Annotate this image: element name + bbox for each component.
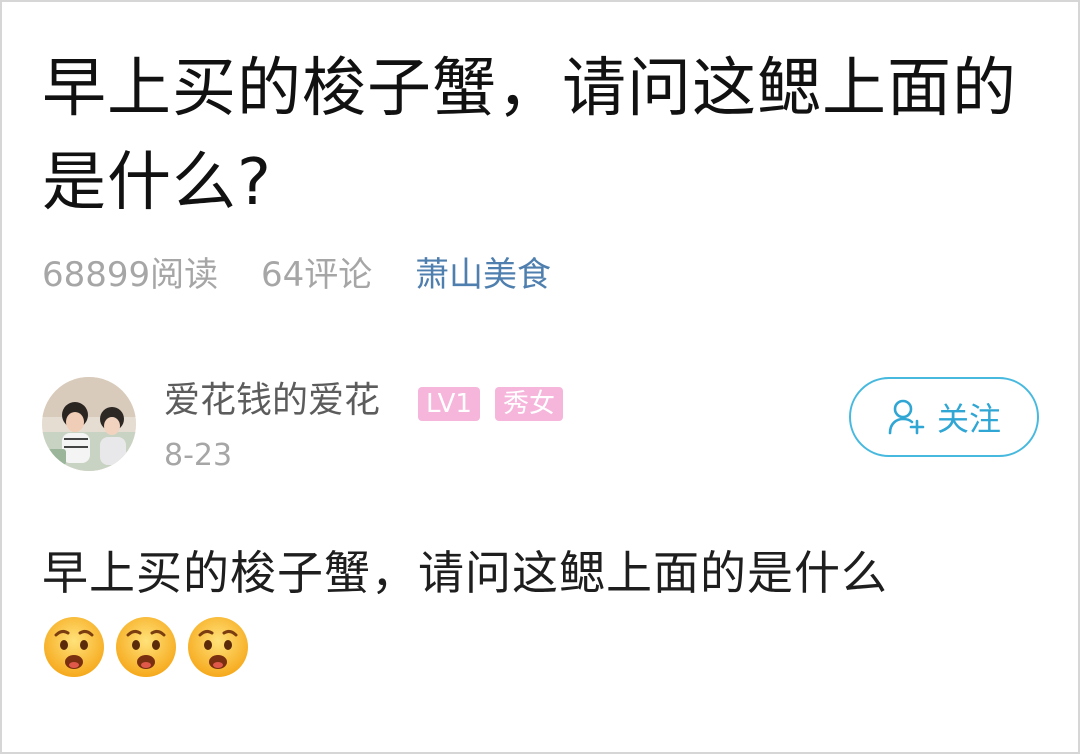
post-container: 早上买的梭子蟹，请问这鳃上面的是什么? 68899阅读 64评论 萧山美食 爱花… [0, 0, 1080, 754]
avatar-photo [42, 377, 136, 471]
level-badge: LV1 [418, 387, 480, 421]
post-body: 早上买的梭子蟹，请问这鳃上面的是什么 [42, 534, 1042, 690]
post-title: 早上买的梭子蟹，请问这鳃上面的是什么? [42, 52, 1017, 220]
post-body-text: 早上买的梭子蟹，请问这鳃上面的是什么 [42, 546, 888, 600]
add-user-icon [888, 399, 925, 435]
follow-label: 关注 [936, 400, 1001, 438]
author-name[interactable]: 爱花钱的爱花 [164, 378, 380, 424]
follow-button[interactable]: 关注 [849, 377, 1039, 457]
post-date: 8-23 [164, 438, 233, 473]
title-badge: 秀女 [495, 387, 564, 421]
worried-face-icon [44, 617, 104, 677]
comment-count[interactable]: 64评论 [261, 255, 372, 295]
topic-link[interactable]: 萧山美食 [415, 255, 551, 295]
view-count: 68899阅读 [42, 255, 219, 295]
worried-face-icon [188, 617, 248, 677]
post-meta: 68899阅读 64评论 萧山美食 [42, 252, 583, 298]
worried-face-icon [116, 617, 176, 677]
avatar[interactable] [42, 377, 136, 471]
